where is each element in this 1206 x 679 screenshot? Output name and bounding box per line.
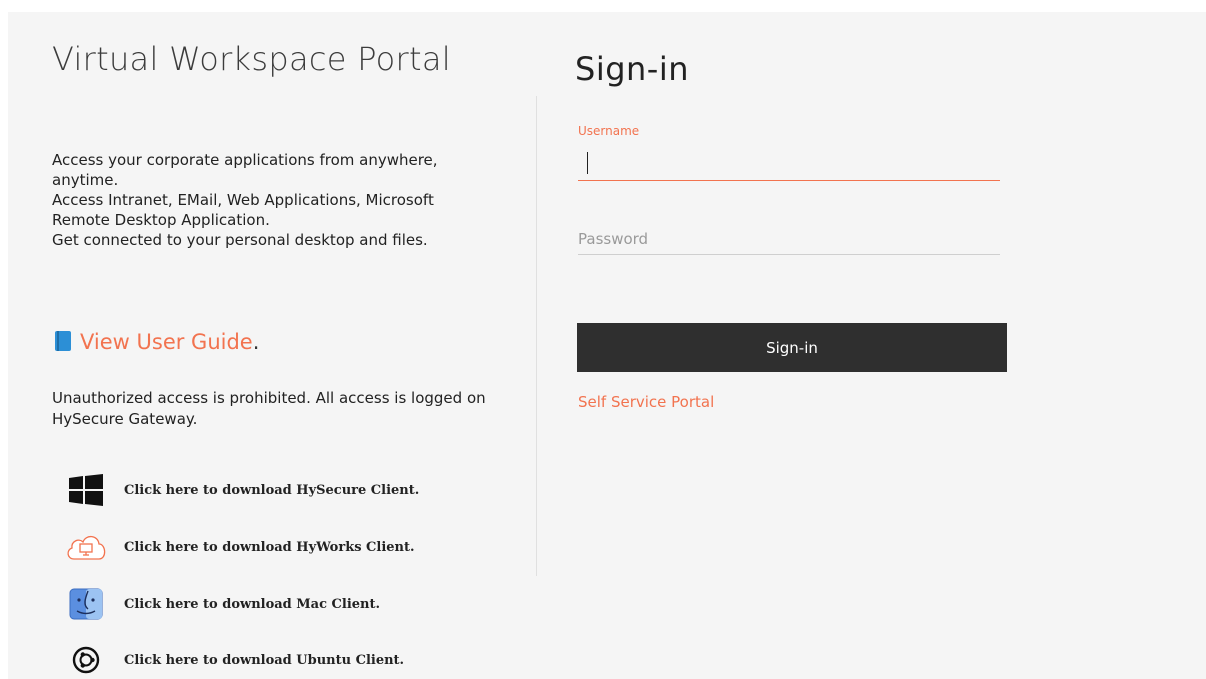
portal-description: Access your corporate applications from …	[52, 150, 522, 250]
user-guide-period: .	[252, 330, 260, 354]
user-guide-link[interactable]: View User Guide.	[54, 330, 259, 357]
username-label: Username	[578, 124, 640, 138]
book-icon	[54, 330, 72, 357]
download-label[interactable]: Click here to download HySecure Client.	[124, 483, 419, 498]
download-hyworks-link[interactable]: Click here to download HyWorks Client.	[64, 530, 415, 564]
description-line: Access your corporate applications from …	[52, 151, 438, 169]
password-input[interactable]	[578, 224, 1000, 255]
download-label[interactable]: Click here to download Ubuntu Client.	[124, 653, 404, 668]
text-cursor	[587, 152, 588, 174]
self-service-portal-link[interactable]: Self Service Portal	[578, 393, 714, 411]
portal-title: Virtual Workspace Portal	[52, 40, 451, 78]
description-line: Remote Desktop Application.	[52, 211, 270, 229]
windows-icon	[64, 473, 108, 507]
signin-title: Sign-in	[575, 50, 690, 88]
download-label[interactable]: Click here to download HyWorks Client.	[124, 540, 415, 555]
ubuntu-icon	[64, 643, 108, 677]
download-mac-link[interactable]: Click here to download Mac Client.	[64, 587, 380, 621]
download-hysecure-link[interactable]: Click here to download HySecure Client.	[64, 473, 419, 507]
access-warning: Unauthorized access is prohibited. All a…	[52, 389, 486, 428]
download-ubuntu-link[interactable]: Click here to download Ubuntu Client.	[64, 643, 404, 677]
download-label[interactable]: Click here to download Mac Client.	[124, 597, 380, 612]
user-guide-label[interactable]: View User Guide	[80, 330, 253, 354]
cloud-desktop-icon	[64, 530, 108, 564]
mac-finder-icon	[64, 587, 108, 621]
column-divider	[536, 96, 537, 576]
description-line: Get connected to your personal desktop a…	[52, 231, 428, 249]
description-line: anytime.	[52, 171, 119, 189]
description-line: Access Intranet, EMail, Web Applications…	[52, 191, 434, 209]
username-input[interactable]	[578, 150, 1000, 181]
signin-button[interactable]: Sign-in	[577, 323, 1007, 372]
